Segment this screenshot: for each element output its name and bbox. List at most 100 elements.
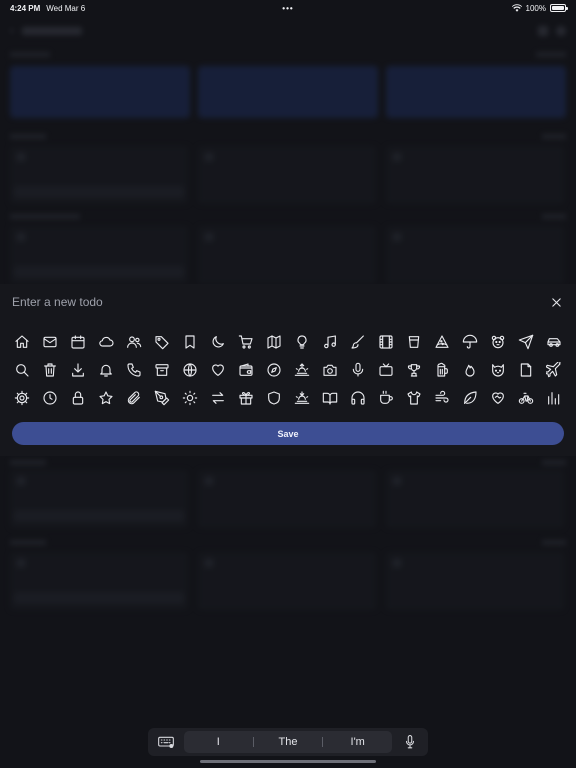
trophy-icon <box>407 364 421 377</box>
icon-option-sunrise[interactable] <box>288 356 316 384</box>
icon-option-users[interactable] <box>120 328 148 356</box>
multitasking-dots[interactable]: ••• <box>282 4 293 13</box>
icon-option-bear[interactable] <box>484 328 512 356</box>
icon-option-pizza[interactable] <box>428 328 456 356</box>
dictation-button[interactable] <box>398 730 422 754</box>
icon-option-calendar[interactable] <box>64 328 92 356</box>
icon-option-gift[interactable] <box>232 384 260 412</box>
icon-option-download[interactable] <box>64 356 92 384</box>
icon-option-gear[interactable] <box>8 384 36 412</box>
icon-option-swap[interactable] <box>204 384 232 412</box>
icon-option-cart[interactable] <box>232 328 260 356</box>
icon-option-airplane[interactable] <box>540 356 568 384</box>
icon-option-search[interactable] <box>8 356 36 384</box>
icon-option-bell[interactable] <box>92 356 120 384</box>
icon-option-book[interactable] <box>316 384 344 412</box>
archive-icon <box>155 364 169 376</box>
icon-option-compass[interactable] <box>260 356 288 384</box>
icon-option-coffee[interactable] <box>372 384 400 412</box>
gift-icon <box>239 392 253 405</box>
bear-icon <box>491 335 505 349</box>
save-button[interactable]: Save <box>12 422 564 445</box>
icon-option-lightbulb[interactable] <box>288 328 316 356</box>
airplane-icon <box>546 362 561 378</box>
bg-back-icon: ‹ <box>10 25 14 37</box>
icon-option-paperclip[interactable] <box>120 384 148 412</box>
keyboard-toggle-button[interactable] <box>154 730 178 754</box>
icon-option-tv[interactable] <box>372 356 400 384</box>
icon-option-music[interactable] <box>316 328 344 356</box>
icon-option-microphone[interactable] <box>344 356 372 384</box>
swap-icon <box>212 392 224 404</box>
icon-option-tag[interactable] <box>148 328 176 356</box>
icon-option-bookmark[interactable] <box>176 328 204 356</box>
icon-option-mail[interactable] <box>36 328 64 356</box>
trash-icon <box>44 363 56 377</box>
icon-option-wind[interactable] <box>428 384 456 412</box>
icon-option-trash[interactable] <box>36 356 64 384</box>
icon-option-shirt[interactable] <box>400 384 428 412</box>
icon-option-brush[interactable] <box>344 328 372 356</box>
icon-option-chart[interactable] <box>540 384 568 412</box>
icon-option-heart[interactable] <box>204 356 232 384</box>
icon-option-sunset[interactable] <box>288 384 316 412</box>
icon-option-cloud[interactable] <box>92 328 120 356</box>
microphone-icon <box>352 362 364 377</box>
umbrella-icon <box>462 334 478 349</box>
wifi-icon <box>511 4 522 12</box>
icon-option-map[interactable] <box>260 328 288 356</box>
icon-option-headphones[interactable] <box>344 384 372 412</box>
icon-option-cup[interactable] <box>400 328 428 356</box>
wallet-icon <box>239 363 253 376</box>
icon-option-flame[interactable] <box>456 356 484 384</box>
predictive-suggestions: I The I'm <box>184 731 392 753</box>
icon-option-bicycle[interactable] <box>512 384 540 412</box>
todo-input[interactable] <box>12 295 548 309</box>
icon-option-shield[interactable] <box>260 384 288 412</box>
icon-option-car[interactable] <box>540 328 568 356</box>
icon-option-lock[interactable] <box>64 384 92 412</box>
pizza-icon <box>435 335 449 348</box>
battery-icon <box>550 4 568 12</box>
icon-option-moon[interactable] <box>204 328 232 356</box>
close-button[interactable] <box>548 294 564 310</box>
calendar-icon <box>71 335 85 349</box>
icon-option-wallet[interactable] <box>232 356 260 384</box>
heart-handshake-icon <box>492 392 504 404</box>
icon-option-phone[interactable] <box>120 356 148 384</box>
icon-option-star[interactable] <box>92 384 120 412</box>
icon-option-leaf[interactable] <box>456 384 484 412</box>
battery-fill <box>552 6 564 10</box>
icon-option-pen[interactable] <box>148 384 176 412</box>
icon-option-sun[interactable] <box>176 384 204 412</box>
icon-option-clock[interactable] <box>36 384 64 412</box>
mail-icon <box>43 336 57 348</box>
icon-option-archive[interactable] <box>148 356 176 384</box>
icon-option-umbrella[interactable] <box>456 328 484 356</box>
icon-option-globe[interactable] <box>176 356 204 384</box>
icon-option-send[interactable] <box>512 328 540 356</box>
home-indicator[interactable] <box>200 760 376 763</box>
icon-option-heart-handshake[interactable] <box>484 384 512 412</box>
search-icon <box>16 364 29 377</box>
download-icon <box>72 363 84 377</box>
suggestion-1[interactable]: I <box>184 736 253 748</box>
suggestion-2[interactable]: The <box>254 736 323 748</box>
shield-icon <box>268 391 280 405</box>
icon-option-film[interactable] <box>372 328 400 356</box>
brush-icon <box>351 335 364 349</box>
icon-option-file[interactable] <box>512 356 540 384</box>
sheet-header <box>12 292 564 312</box>
cup-icon <box>408 336 420 348</box>
film-icon <box>379 335 393 349</box>
suggestion-3[interactable]: I'm <box>323 736 392 748</box>
star-icon <box>99 391 113 405</box>
book-icon <box>322 392 338 405</box>
keyboard-icon <box>158 736 174 748</box>
icon-option-cat[interactable] <box>484 356 512 384</box>
icon-option-beer[interactable] <box>428 356 456 384</box>
clock-icon <box>43 391 57 405</box>
icon-option-trophy[interactable] <box>400 356 428 384</box>
icon-option-home[interactable] <box>8 328 36 356</box>
icon-option-camera[interactable] <box>316 356 344 384</box>
